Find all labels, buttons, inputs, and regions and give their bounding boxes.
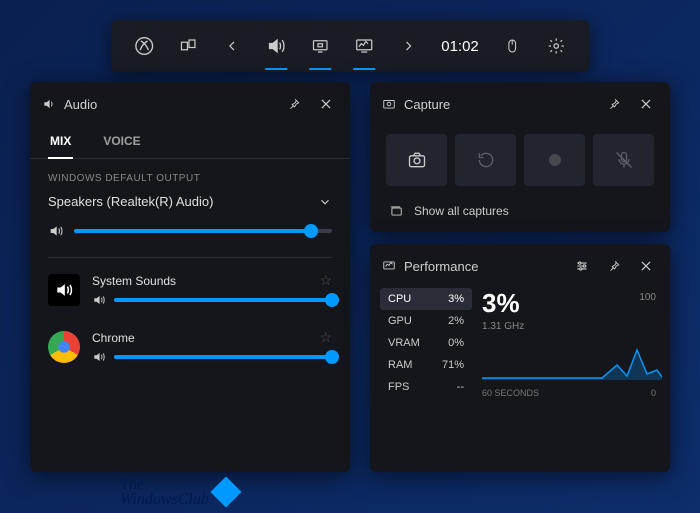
performance-icon [382,259,396,273]
metric-list: CPU3% GPU2% VRAM0% RAM71% FPS-- [380,288,472,398]
pin-button[interactable] [602,92,626,116]
show-all-captures-link[interactable]: Show all captures [370,194,670,228]
close-button[interactable] [314,92,338,116]
watermark: The WindowsClub [120,477,237,507]
watermark-logo [210,476,241,507]
usage-chart [482,320,662,380]
pin-button[interactable] [602,254,626,278]
mic-button[interactable] [593,134,654,186]
chart-x-label: 60 SECONDS [482,388,539,398]
chevron-down-icon [318,195,332,209]
panel-title: Capture [404,97,450,112]
game-bar-toolbar: 01:02 [111,20,589,72]
metric-fps[interactable]: FPS-- [380,376,472,398]
volume-icon [92,350,106,364]
app-name: Chrome [92,331,135,345]
audio-icon [42,97,56,111]
metric-gpu[interactable]: GPU2% [380,310,472,332]
device-name: Speakers (Realtek(R) Audio) [48,194,213,209]
capture-widget-button[interactable] [301,28,339,64]
panel-title: Audio [64,97,97,112]
capture-icon [382,97,396,111]
output-section-label: WINDOWS DEFAULT OUTPUT [30,159,350,190]
close-button[interactable] [634,92,658,116]
metric-vram[interactable]: VRAM0% [380,332,472,354]
prev-button[interactable] [213,28,251,64]
chart-y-max: 100 [639,292,656,303]
record-icon [549,154,561,166]
master-volume-slider[interactable] [74,229,332,233]
metric-big-value: 3% [482,288,660,319]
performance-widget-button[interactable] [345,28,383,64]
output-device-selector[interactable]: Speakers (Realtek(R) Audio) [30,190,350,217]
mouse-icon [493,28,531,64]
record-button[interactable] [524,134,585,186]
settings-button[interactable] [537,28,575,64]
app-row-chrome: Chrome ☆ [30,325,350,368]
next-button[interactable] [389,28,427,64]
app-name: System Sounds [92,274,176,288]
app-volume-slider[interactable] [114,355,332,359]
volume-icon [92,293,106,307]
pin-button[interactable] [282,92,306,116]
app-volume-slider[interactable] [114,298,332,302]
metric-ram[interactable]: RAM71% [380,354,472,376]
volume-icon [48,223,64,239]
audio-widget-button[interactable] [257,28,295,64]
close-button[interactable] [634,254,658,278]
chart-y-min: 0 [651,388,656,398]
metric-cpu[interactable]: CPU3% [380,288,472,310]
audio-panel: Audio MIX VOICE WINDOWS DEFAULT OUTPUT S… [30,82,350,472]
capture-panel: Capture Show all captures [370,82,670,232]
elapsed-time: 01:02 [433,38,487,55]
chrome-icon [48,331,80,363]
options-button[interactable] [570,254,594,278]
widgets-button[interactable] [169,28,207,64]
system-sounds-icon [48,274,80,306]
record-last-button[interactable] [455,134,516,186]
favorite-star[interactable]: ☆ [319,329,332,346]
screenshot-button[interactable] [386,134,447,186]
app-row-system-sounds: System Sounds ☆ [30,268,350,311]
tab-voice[interactable]: VOICE [101,126,142,158]
tab-mix[interactable]: MIX [48,126,73,158]
performance-panel: Performance CPU3% GPU2% VRAM0% RAM71% FP… [370,244,670,472]
xbox-button[interactable] [125,28,163,64]
favorite-star[interactable]: ☆ [319,272,332,289]
panel-title: Performance [404,259,478,274]
gallery-icon [388,204,404,218]
